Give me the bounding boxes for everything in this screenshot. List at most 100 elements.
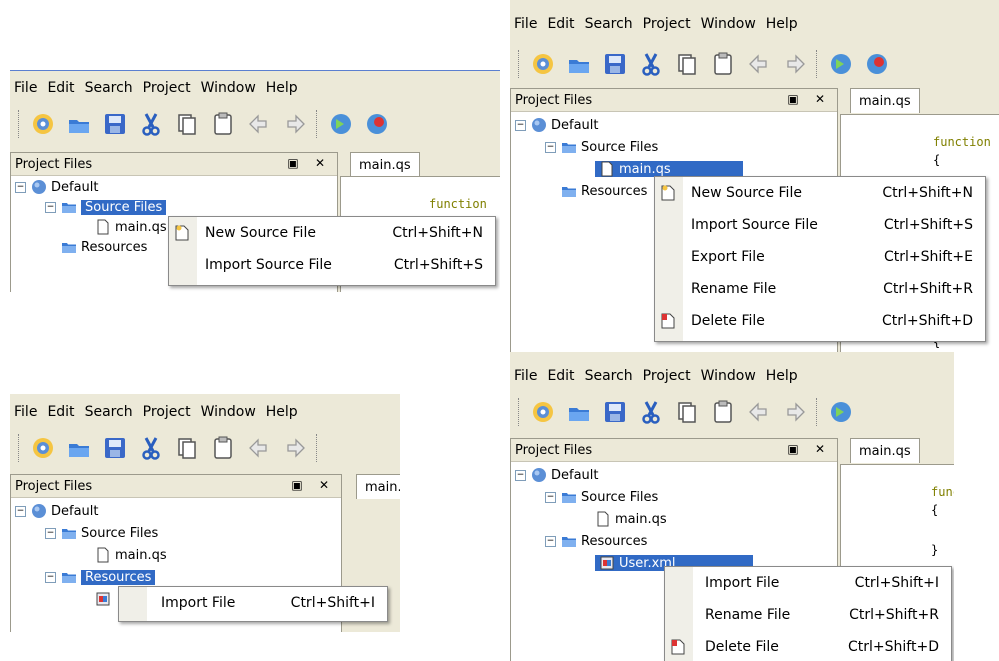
- menu-item-import-source-file[interactable]: Import Source File Ctrl+Shift+S: [655, 209, 985, 241]
- tree-node-default[interactable]: Default: [31, 177, 99, 197]
- collapse-icon[interactable]: −: [545, 142, 556, 153]
- toolbar-grip[interactable]: [816, 50, 820, 78]
- menu-help[interactable]: Help: [766, 368, 798, 384]
- undo-button[interactable]: [744, 397, 774, 427]
- menu-window[interactable]: Window: [701, 16, 756, 32]
- toolbar-grip[interactable]: [518, 50, 522, 78]
- menu-edit[interactable]: Edit: [547, 368, 574, 384]
- undo-button[interactable]: [244, 109, 274, 139]
- collapse-icon[interactable]: −: [545, 492, 556, 503]
- stop-button[interactable]: [862, 49, 892, 79]
- menu-file[interactable]: File: [14, 80, 37, 96]
- collapse-icon[interactable]: −: [545, 536, 556, 547]
- dock-float-close-icons[interactable]: ▣ ✕: [787, 92, 831, 106]
- stop-button[interactable]: [362, 109, 392, 139]
- tab-main-qs[interactable]: main.qs: [850, 88, 920, 113]
- copy-button[interactable]: [172, 433, 202, 463]
- tree-node-main-qs[interactable]: main.qs: [95, 545, 167, 565]
- menu-search[interactable]: Search: [585, 368, 633, 384]
- tree-node-source-files[interactable]: Source Files: [561, 487, 658, 507]
- paste-button[interactable]: [708, 49, 738, 79]
- menu-item-delete-file[interactable]: Delete File Ctrl+Shift+D: [665, 631, 951, 661]
- cut-button[interactable]: [636, 49, 666, 79]
- menu-window[interactable]: Window: [701, 368, 756, 384]
- menu-help[interactable]: Help: [266, 80, 298, 96]
- cut-button[interactable]: [136, 109, 166, 139]
- menu-item-rename-file[interactable]: Rename File Ctrl+Shift+R: [665, 599, 951, 631]
- redo-button[interactable]: [780, 49, 810, 79]
- menu-project[interactable]: Project: [143, 80, 191, 96]
- toolbar-grip[interactable]: [518, 398, 522, 426]
- cut-button[interactable]: [136, 433, 166, 463]
- collapse-icon[interactable]: −: [45, 528, 56, 539]
- collapse-icon[interactable]: −: [15, 182, 26, 193]
- menu-item-import-file[interactable]: Import File Ctrl+Shift+I: [119, 587, 387, 619]
- cut-button[interactable]: [636, 397, 666, 427]
- menu-item-export-file[interactable]: Export File Ctrl+Shift+E: [655, 241, 985, 273]
- new-project-button[interactable]: [528, 49, 558, 79]
- collapse-icon[interactable]: −: [45, 202, 56, 213]
- new-project-button[interactable]: [528, 397, 558, 427]
- tree-node-source-files[interactable]: Source Files: [61, 523, 158, 543]
- tree-node-default[interactable]: Default: [531, 465, 599, 485]
- copy-button[interactable]: [672, 397, 702, 427]
- collapse-icon[interactable]: −: [515, 120, 526, 131]
- toolbar-grip[interactable]: [18, 434, 22, 462]
- menu-window[interactable]: Window: [201, 80, 256, 96]
- menu-item-new-source-file[interactable]: New Source File Ctrl+Shift+N: [655, 177, 985, 209]
- paste-button[interactable]: [708, 397, 738, 427]
- redo-button[interactable]: [280, 109, 310, 139]
- tree-node-resources[interactable]: Resources: [561, 181, 647, 201]
- menu-item-rename-file[interactable]: Rename File Ctrl+Shift+R: [655, 273, 985, 305]
- menu-help[interactable]: Help: [266, 404, 298, 420]
- menu-item-new-source-file[interactable]: New Source File Ctrl+Shift+N: [169, 217, 495, 249]
- collapse-icon[interactable]: −: [515, 470, 526, 481]
- tree-node-default[interactable]: Default: [31, 501, 99, 521]
- tab-main-qs[interactable]: main.qs: [350, 152, 420, 177]
- menu-window[interactable]: Window: [201, 404, 256, 420]
- menu-file[interactable]: File: [14, 404, 37, 420]
- menu-file[interactable]: File: [514, 16, 537, 32]
- tree-node-resources[interactable]: Resources: [61, 567, 156, 587]
- tree-node-source-files[interactable]: Source Files: [61, 197, 167, 217]
- open-button[interactable]: [564, 397, 594, 427]
- menu-search[interactable]: Search: [585, 16, 633, 32]
- paste-button[interactable]: [208, 433, 238, 463]
- run-button[interactable]: [826, 397, 856, 427]
- tree-node-user-xml[interactable]: [95, 589, 115, 609]
- save-button[interactable]: [600, 397, 630, 427]
- menu-project[interactable]: Project: [643, 368, 691, 384]
- menu-item-delete-file[interactable]: Delete File Ctrl+Shift+D: [655, 305, 985, 337]
- tab-main-qs[interactable]: main.qs: [356, 474, 400, 499]
- tree-node-resources[interactable]: Resources: [61, 237, 147, 257]
- dock-float-close-icons[interactable]: ▣ ✕: [787, 442, 831, 456]
- toolbar-grip[interactable]: [18, 110, 22, 138]
- menu-edit[interactable]: Edit: [547, 16, 574, 32]
- new-project-button[interactable]: [28, 433, 58, 463]
- tree-node-resources[interactable]: Resources: [561, 531, 647, 551]
- tree-node-source-files[interactable]: Source Files: [561, 137, 658, 157]
- copy-button[interactable]: [172, 109, 202, 139]
- toolbar-grip[interactable]: [316, 110, 320, 138]
- tab-main-qs[interactable]: main.qs: [850, 438, 920, 463]
- menu-edit[interactable]: Edit: [47, 80, 74, 96]
- undo-button[interactable]: [744, 49, 774, 79]
- open-button[interactable]: [64, 433, 94, 463]
- collapse-icon[interactable]: −: [15, 506, 26, 517]
- new-project-button[interactable]: [28, 109, 58, 139]
- menu-file[interactable]: File: [514, 368, 537, 384]
- paste-button[interactable]: [208, 109, 238, 139]
- run-button[interactable]: [326, 109, 356, 139]
- run-button[interactable]: [826, 49, 856, 79]
- menu-item-import-source-file[interactable]: Import Source File Ctrl+Shift+S: [169, 249, 495, 281]
- save-button[interactable]: [600, 49, 630, 79]
- tree-node-default[interactable]: Default: [531, 115, 599, 135]
- menu-search[interactable]: Search: [85, 404, 133, 420]
- dock-float-close-icons[interactable]: ▣ ✕: [287, 156, 331, 170]
- menu-search[interactable]: Search: [85, 80, 133, 96]
- tree-node-main-qs[interactable]: main.qs: [595, 509, 667, 529]
- undo-button[interactable]: [244, 433, 274, 463]
- tree-node-main-qs[interactable]: main.qs: [95, 217, 167, 237]
- menu-help[interactable]: Help: [766, 16, 798, 32]
- menu-edit[interactable]: Edit: [47, 404, 74, 420]
